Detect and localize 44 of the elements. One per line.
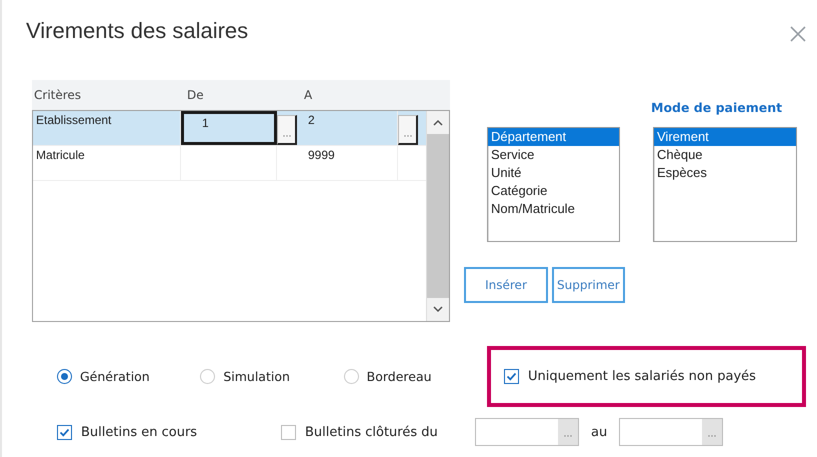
list-item[interactable]: Service <box>488 146 619 164</box>
checkbox-label: Bulletins clôturés du <box>305 424 439 440</box>
list-item[interactable]: Virement <box>654 128 796 146</box>
radio-option[interactable]: Bordereau <box>344 369 487 384</box>
column-header: A <box>304 88 312 102</box>
table-cell[interactable]: 9999 <box>308 148 335 162</box>
checkbox-label: Bulletins en cours <box>81 424 198 440</box>
table-row[interactable]: Etablissement 1 2 <box>33 111 426 146</box>
column-header: De <box>187 88 205 102</box>
browse-button[interactable] <box>398 115 418 145</box>
radio-label: Génération <box>80 369 150 384</box>
date-field[interactable] <box>619 418 724 446</box>
insert-button[interactable]: Insérer <box>464 267 548 303</box>
close-icon[interactable] <box>789 25 807 43</box>
list-item[interactable]: Nom/Matricule <box>488 200 619 218</box>
list-item[interactable]: Unité <box>488 164 619 182</box>
table-cell: Matricule <box>33 146 181 180</box>
list-item[interactable]: Département <box>488 128 619 146</box>
table-cell: Etablissement <box>33 111 181 145</box>
radio-option[interactable]: Génération <box>57 369 200 384</box>
list-item[interactable]: Chèque <box>654 146 796 164</box>
checkbox[interactable] <box>281 424 296 440</box>
delete-button[interactable]: Supprimer <box>552 267 625 303</box>
scroll-up-icon[interactable] <box>427 111 449 134</box>
checkbox-label: Uniquement les salariés non payés <box>528 369 756 384</box>
radio-button[interactable] <box>57 369 72 384</box>
checkbox[interactable] <box>504 369 519 384</box>
scrollbar[interactable] <box>426 111 449 321</box>
table-row[interactable]: Matricule 9999 <box>33 146 426 181</box>
browse-button[interactable] <box>277 115 297 145</box>
list-item[interactable]: Espèces <box>654 164 796 182</box>
scroll-down-icon[interactable] <box>427 298 449 321</box>
table-cell[interactable]: 2 <box>308 113 315 127</box>
date-field[interactable] <box>475 418 579 446</box>
radio-label: Bordereau <box>366 369 432 384</box>
section-label: Mode de paiement <box>651 99 784 117</box>
window-title: Virements des salaires <box>26 18 248 44</box>
checkbox[interactable] <box>57 424 72 440</box>
table-cell[interactable]: 1 <box>202 116 209 130</box>
field-label: au <box>591 424 608 440</box>
radio-option[interactable]: Simulation <box>200 369 344 384</box>
column-header: Critères <box>34 88 82 102</box>
radio-label: Simulation <box>223 369 290 384</box>
list-item[interactable]: Catégorie <box>488 182 619 200</box>
